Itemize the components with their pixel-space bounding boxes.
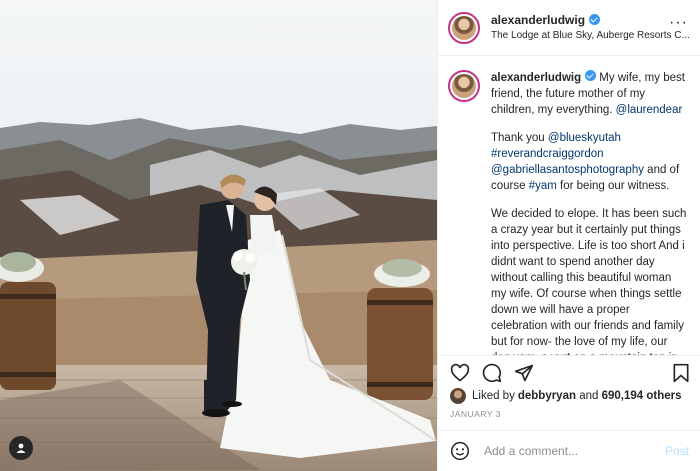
hashtag-reverandcraiggordon[interactable]: #reverandcraiggordon xyxy=(491,148,604,160)
header-text: alexanderludwig The Lodge at Blue Sky, A… xyxy=(491,12,690,44)
caption-avatar[interactable] xyxy=(448,70,480,102)
author-username[interactable]: alexanderludwig xyxy=(491,12,585,28)
caption-paragraph-1: alexanderludwig My wife, my best friend,… xyxy=(491,70,688,118)
caption-body: alexanderludwig My wife, my best friend,… xyxy=(491,70,688,355)
user-tag-button[interactable] xyxy=(9,436,33,460)
likes-summary: Liked by debbyryan and 690,194 others xyxy=(450,388,682,404)
verified-badge-icon xyxy=(589,14,601,25)
action-bar xyxy=(438,355,700,387)
heart-icon[interactable] xyxy=(450,363,470,383)
person-icon xyxy=(16,443,26,453)
post-date[interactable]: JANUARY 3 xyxy=(450,409,501,419)
post-photo[interactable] xyxy=(0,0,437,471)
mention-laurendear[interactable]: @laurendear xyxy=(616,104,683,116)
caption-row: alexanderludwig My wife, my best friend,… xyxy=(448,70,688,355)
likes-and: and xyxy=(576,390,602,402)
comment-icon[interactable] xyxy=(482,363,502,383)
author-username-row: alexanderludwig xyxy=(491,12,690,28)
mention-gabriellasantosphotography[interactable]: @gabriellasantosphotography xyxy=(491,164,644,176)
post-comment-button[interactable]: Post xyxy=(665,444,689,458)
liker-avatar[interactable] xyxy=(450,388,466,404)
wedding-photo xyxy=(0,0,437,471)
author-avatar[interactable] xyxy=(448,11,480,44)
caption-text-2c: for being our witness. xyxy=(556,180,670,192)
caption-text-2a: Thank you xyxy=(491,132,548,144)
post-side-panel: alexanderludwig The Lodge at Blue Sky, A… xyxy=(437,0,700,471)
comment-input[interactable] xyxy=(484,444,654,458)
caption-area: alexanderludwig My wife, my best friend,… xyxy=(438,56,700,355)
caption-verified-badge-icon xyxy=(585,70,597,81)
liked-by-prefix: Liked by xyxy=(472,390,515,402)
likes-count[interactable]: 690,194 others xyxy=(602,390,682,402)
post-header: alexanderludwig The Lodge at Blue Sky, A… xyxy=(438,0,700,56)
location-link[interactable]: The Lodge at Blue Sky, Auberge Resorts C… xyxy=(491,28,690,44)
caption-paragraph-2: Thank you @blueskyutah #reverandcraiggord… xyxy=(491,130,688,194)
caption-paragraph-3: We decided to elope. It has been such a … xyxy=(491,208,687,355)
comment-bar: Post xyxy=(438,430,700,471)
mention-blueskyutah[interactable]: @blueskyutah xyxy=(548,132,621,144)
liker-username[interactable]: debbyryan xyxy=(518,390,576,402)
caption-username[interactable]: alexanderludwig xyxy=(491,72,581,84)
hashtag-yam[interactable]: #yam xyxy=(529,180,557,192)
bookmark-icon[interactable] xyxy=(671,363,691,383)
more-horizontal-icon[interactable]: ··· xyxy=(669,15,688,31)
emoji-icon[interactable] xyxy=(450,441,470,461)
share-icon[interactable] xyxy=(514,363,534,383)
